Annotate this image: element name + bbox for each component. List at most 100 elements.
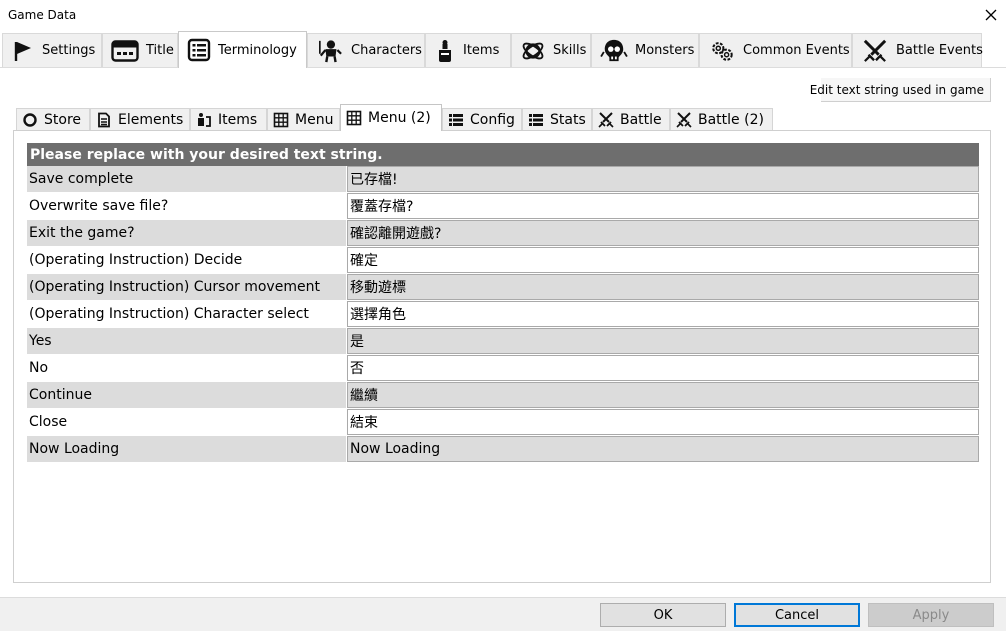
subtab-menu-2[interactable]: Menu (2) bbox=[340, 104, 442, 131]
subtab-config[interactable]: Config bbox=[442, 108, 522, 130]
subtab-label: Battle (2) bbox=[698, 111, 764, 128]
gears-icon bbox=[712, 41, 733, 61]
row-label: Yes bbox=[27, 328, 346, 354]
swords-icon bbox=[598, 111, 614, 128]
tab-label: Common Events bbox=[743, 43, 850, 58]
tab-label: Terminology bbox=[218, 42, 297, 58]
tab-label: Characters bbox=[351, 43, 422, 58]
monster-icon bbox=[600, 39, 628, 61]
row-label: Overwrite save file? bbox=[29, 198, 169, 214]
subtab-label: Battle bbox=[620, 111, 662, 128]
row-label: Exit the game? bbox=[27, 220, 346, 246]
tab-skills[interactable]: Skills bbox=[511, 33, 591, 67]
row-label: Close bbox=[29, 414, 68, 430]
subtab-label: Store bbox=[44, 111, 82, 128]
tab-label: Settings bbox=[42, 43, 96, 58]
row-value-input[interactable]: Now Loading bbox=[347, 436, 979, 462]
subtab-label: Menu bbox=[295, 111, 334, 128]
subtab-menu[interactable]: Menu bbox=[267, 108, 340, 130]
tab-terminology[interactable]: Terminology bbox=[178, 31, 307, 68]
swords-icon bbox=[863, 39, 887, 62]
document-icon bbox=[98, 112, 110, 127]
main-tab-bar: Settings Title Terminology Characters It… bbox=[0, 31, 1006, 68]
subtab-battle-2[interactable]: Battle (2) bbox=[670, 108, 773, 130]
row-label: (Operating Instruction) Decide bbox=[29, 252, 243, 268]
swords-icon bbox=[676, 111, 692, 128]
table-row: Overwrite save file? 覆蓋存檔? bbox=[27, 193, 979, 220]
subtab-label: Config bbox=[470, 111, 515, 128]
subtab-elements[interactable]: Elements bbox=[90, 108, 190, 130]
table-row: (Operating Instruction) Decide 確定 bbox=[27, 247, 979, 274]
subtab-stats[interactable]: Stats bbox=[522, 108, 592, 130]
tab-characters[interactable]: Characters bbox=[307, 33, 425, 67]
window-title: Game Data bbox=[8, 8, 77, 22]
row-value-input[interactable]: 確定 bbox=[347, 247, 979, 273]
items-icon bbox=[198, 112, 211, 127]
list-icon bbox=[529, 113, 543, 126]
tab-title[interactable]: Title bbox=[102, 33, 178, 67]
tab-items[interactable]: Items bbox=[425, 33, 511, 67]
grid-icon bbox=[346, 110, 362, 126]
table-row: Now Loading Now Loading bbox=[27, 436, 979, 463]
row-value-input[interactable]: 移動遊標 bbox=[347, 274, 979, 300]
terminology-table: Please replace with your desired text st… bbox=[27, 143, 979, 463]
row-label: (Operating Instruction) Character select bbox=[29, 306, 309, 322]
hint-text: Edit text string used in game bbox=[810, 78, 991, 102]
character-icon bbox=[319, 39, 342, 62]
subtab-label: Elements bbox=[118, 111, 184, 128]
table-header: Please replace with your desired text st… bbox=[27, 143, 979, 166]
row-value-input[interactable]: 是 bbox=[347, 328, 979, 354]
row-value-input[interactable]: 確認離開遊戲? bbox=[347, 220, 979, 246]
apply-button[interactable]: Apply bbox=[868, 603, 994, 627]
tab-common-events[interactable]: Common Events bbox=[699, 33, 852, 67]
row-label: (Operating Instruction) Cursor movement bbox=[27, 274, 346, 300]
list-icon bbox=[449, 113, 463, 126]
table-row: Close 結束 bbox=[27, 409, 979, 436]
table-row: No 否 bbox=[27, 355, 979, 382]
row-value-input[interactable]: 已存檔! bbox=[347, 166, 979, 192]
orbit-icon bbox=[522, 42, 544, 59]
close-button[interactable] bbox=[976, 0, 1006, 30]
grid-icon bbox=[273, 112, 289, 127]
title-bar: Game Data bbox=[0, 0, 1006, 30]
tab-label: Title bbox=[146, 43, 174, 58]
tab-label: Monsters bbox=[635, 43, 695, 58]
ok-button[interactable]: OK bbox=[600, 603, 726, 627]
game-data-window: Game Data Settings Title Terminology Cha… bbox=[0, 0, 1006, 631]
flag-icon bbox=[14, 41, 31, 61]
tab-label: Items bbox=[463, 43, 500, 58]
row-label: No bbox=[29, 360, 49, 376]
subtab-items[interactable]: Items bbox=[190, 108, 267, 130]
table-row: (Operating Instruction) Cursor movement … bbox=[27, 274, 979, 301]
table-row: (Operating Instruction) Character select… bbox=[27, 301, 979, 328]
subtab-label: Menu (2) bbox=[368, 110, 431, 126]
subtab-label: Stats bbox=[550, 111, 586, 128]
tab-monsters[interactable]: Monsters bbox=[591, 33, 699, 67]
row-value-input[interactable]: 否 bbox=[347, 355, 979, 381]
tab-label: Skills bbox=[553, 43, 587, 58]
cancel-button[interactable]: Cancel bbox=[734, 603, 860, 627]
subtab-battle[interactable]: Battle bbox=[592, 108, 670, 130]
row-label: Continue bbox=[27, 382, 346, 408]
close-icon bbox=[985, 9, 997, 21]
subtab-store[interactable]: Store bbox=[16, 108, 90, 130]
row-value-input[interactable]: 選擇角色 bbox=[347, 301, 979, 327]
row-value-input[interactable]: 覆蓋存檔? bbox=[347, 193, 979, 219]
row-value-input[interactable]: 繼續 bbox=[347, 382, 979, 408]
list-icon bbox=[187, 38, 211, 62]
potion-icon bbox=[439, 39, 451, 62]
table-row: Save complete 已存檔! bbox=[27, 166, 979, 193]
title-screen-icon bbox=[111, 39, 139, 62]
table-row: Continue 繼續 bbox=[27, 382, 979, 409]
row-value-input[interactable]: 結束 bbox=[347, 409, 979, 435]
dialog-footer: OK Cancel Apply bbox=[0, 597, 1006, 631]
table-row: Yes 是 bbox=[27, 328, 979, 355]
tab-battle-events[interactable]: Battle Events bbox=[852, 33, 983, 67]
row-label: Save complete bbox=[27, 166, 346, 192]
subtab-label: Items bbox=[218, 111, 258, 128]
tab-label: Battle Events bbox=[896, 43, 983, 58]
tab-settings[interactable]: Settings bbox=[2, 33, 102, 67]
table-row: Exit the game? 確認離開遊戲? bbox=[27, 220, 979, 247]
circle-icon bbox=[23, 112, 37, 127]
row-label: Now Loading bbox=[27, 436, 346, 462]
